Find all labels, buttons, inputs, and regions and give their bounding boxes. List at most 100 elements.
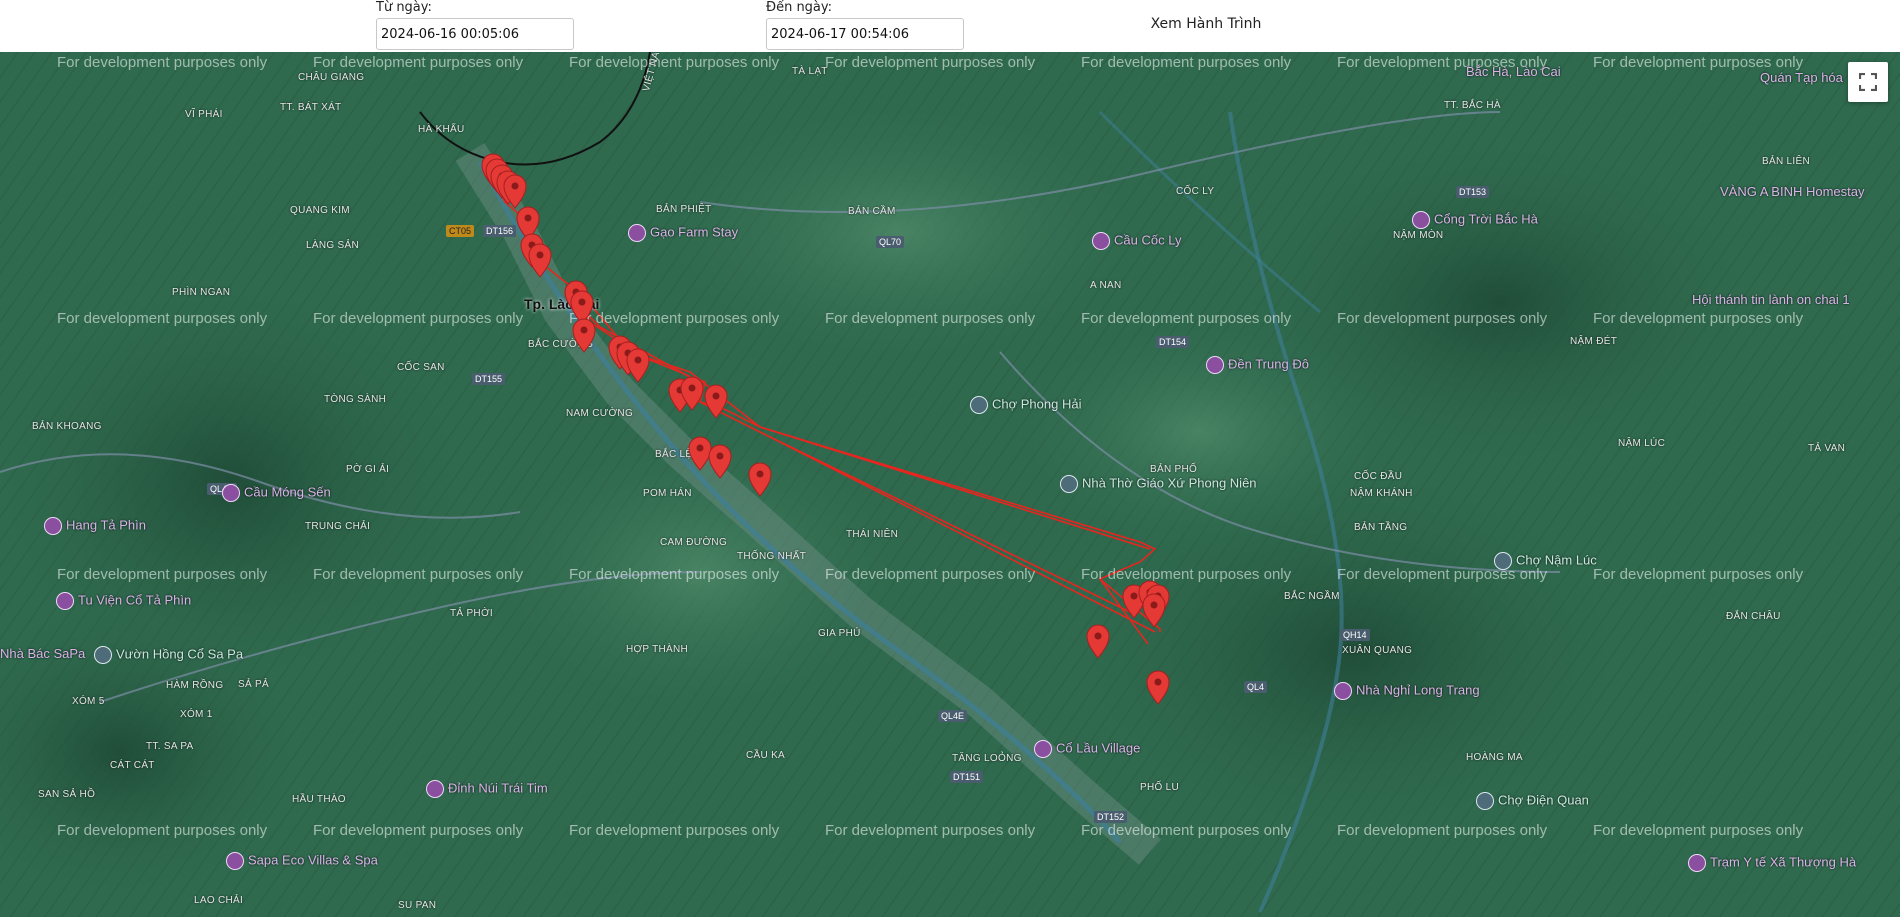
place-label: PHÌN NGAN	[172, 287, 231, 298]
poi-marker[interactable]: Chợ Nậm Lúc	[1494, 552, 1597, 570]
place-label: HOÀNG MA	[1466, 752, 1523, 763]
place-label: PHỐ LU	[1140, 782, 1180, 793]
place-label: NẬM MÒN	[1393, 230, 1444, 241]
place-label: TRUNG CHẢI	[305, 521, 371, 532]
poi-marker[interactable]: Hội thánh tin lành on chai 1	[1692, 292, 1850, 307]
place-label: CẦU KA	[746, 750, 786, 761]
poi-marker[interactable]: Hang Tả Phìn	[44, 517, 146, 535]
road-shield: DT154	[1156, 336, 1190, 348]
place-label: BẢN LIÊN	[1762, 156, 1810, 167]
place-label: BẮC LỆNH	[655, 449, 708, 460]
poi-marker[interactable]: Cầu Cốc Ly	[1092, 232, 1181, 250]
poi-icon	[628, 224, 646, 242]
poi-marker[interactable]: Tu Viện Cổ Tả Phìn	[56, 592, 191, 610]
dev-watermark: For development purposes only	[1593, 310, 1804, 327]
dev-watermark: For development purposes only	[1081, 54, 1292, 71]
fullscreen-button[interactable]	[1848, 62, 1888, 102]
place-label: NẬM KHÁNH	[1350, 488, 1413, 499]
dev-watermark: For development purposes only	[825, 822, 1036, 839]
place-label: TT. SA PA	[146, 741, 194, 752]
place-label: HẦU THÀO	[292, 794, 346, 805]
poi-marker[interactable]: Chợ Điện Quan	[1476, 792, 1589, 810]
road-shield: DT156	[483, 225, 517, 237]
city-label: Tp. Lào Cai	[524, 296, 600, 312]
road-shield: QL70	[876, 236, 905, 248]
dev-watermark: For development purposes only	[57, 822, 268, 839]
poi-marker[interactable]: VÀNG A BINH Homestay	[1720, 184, 1865, 199]
place-label: TÀ LẠT	[792, 66, 828, 77]
poi-icon	[1060, 475, 1078, 493]
poi-marker[interactable]: Nhà Nghỉ Long Trang	[1334, 682, 1480, 700]
poi-icon	[1206, 356, 1224, 374]
place-label: CHÂU GIANG	[298, 72, 365, 83]
poi-icon	[1412, 211, 1430, 229]
poi-icon	[1092, 232, 1110, 250]
road-shield: QL4	[1244, 681, 1268, 693]
place-label: XÓM 5	[72, 696, 105, 707]
poi-marker[interactable]: Cổng Trời Bắc Hà	[1412, 211, 1538, 229]
from-date-input[interactable]	[376, 18, 574, 50]
poi-marker[interactable]: Vườn Hồng Cổ Sa Pa	[94, 646, 243, 664]
poi-marker[interactable]: Quán Tạp hóa	[1760, 70, 1843, 85]
poi-marker[interactable]: Gạo Farm Stay	[628, 224, 738, 242]
poi-icon	[1034, 740, 1052, 758]
poi-marker[interactable]: Nhà Thờ Giáo Xứ Phong Niên	[1060, 475, 1257, 493]
poi-marker[interactable]: Cầu Móng Sến	[222, 484, 331, 502]
dev-watermark: For development purposes only	[1337, 310, 1548, 327]
poi-icon	[426, 780, 444, 798]
poi-marker[interactable]: Bắc Hà, Lào Cai	[1466, 64, 1561, 79]
road-shield: DT153	[1456, 186, 1490, 198]
poi-icon	[1334, 682, 1352, 700]
place-label: A NAN	[1090, 280, 1122, 291]
poi-marker[interactable]: Nhà Bác SaPa	[0, 646, 85, 661]
place-label: VĨ PHÁI	[185, 109, 223, 120]
place-label: ĐẮN CHÂU	[1726, 611, 1781, 622]
road-shield: DT151	[950, 771, 984, 783]
place-label: CỐC ĐẦU	[1354, 471, 1403, 482]
road-shield: CT05	[446, 225, 475, 237]
place-label: XÓM 1	[180, 709, 213, 720]
dev-watermark: For development purposes only	[1593, 822, 1804, 839]
poi-marker[interactable]: Chợ Phong Hải	[970, 396, 1081, 414]
poi-marker[interactable]: Cổ Lầu Village	[1034, 740, 1140, 758]
poi-icon	[44, 517, 62, 535]
place-label: BẢN PHIỆT	[656, 204, 712, 215]
filter-bar: Từ ngày: Đến ngày: Xem Hành Trình	[0, 0, 1900, 52]
place-label: BẮC CƯỜNG	[528, 339, 594, 350]
place-label: NẬM LÚC	[1618, 438, 1666, 449]
place-label: XUÂN QUANG	[1342, 645, 1413, 656]
map-view[interactable]: For development purposes only For develo…	[0, 52, 1900, 917]
place-label: TĂNG LOỎNG	[952, 753, 1022, 764]
place-label: THỐNG NHẤT	[737, 551, 807, 562]
place-label: SAN SẢ HỒ	[38, 789, 96, 800]
place-label: BẢN KHOANG	[32, 421, 102, 432]
poi-marker[interactable]: Sapa Eco Villas & Spa	[226, 852, 378, 870]
dev-watermark: For development purposes only	[313, 822, 524, 839]
place-label: TÒNG SÀNH	[324, 394, 387, 405]
to-date-label: Đến ngày:	[766, 0, 833, 15]
place-label: PỜ GI ẢI	[346, 464, 390, 475]
dev-watermark: For development purposes only	[1593, 566, 1804, 583]
poi-marker[interactable]: Đền Trung Đô	[1206, 356, 1309, 374]
dev-watermark: For development purposes only	[825, 566, 1036, 583]
poi-icon	[226, 852, 244, 870]
place-label: BẢN PHỐ	[1150, 464, 1198, 475]
road-shield: DT155	[472, 373, 506, 385]
dev-watermark: For development purposes only	[313, 310, 524, 327]
place-label: NAM CƯỜNG	[566, 408, 634, 419]
road-shield: QH14	[1340, 629, 1370, 641]
place-label: CỐC SAN	[397, 362, 445, 373]
place-label: GIA PHÚ	[818, 628, 861, 639]
poi-marker[interactable]: Trạm Y tế Xã Thượng Hà	[1688, 854, 1856, 872]
place-label: TẢ VAN	[1808, 443, 1846, 454]
place-label: HÀ KHẨU	[418, 124, 465, 135]
place-label: POM HÁN	[643, 488, 692, 499]
poi-icon	[1494, 552, 1512, 570]
place-label: NẬM ĐÉT	[1570, 336, 1618, 347]
view-route-button[interactable]: Xem Hành Trình	[1136, 10, 1276, 38]
to-date-input[interactable]	[766, 18, 964, 50]
place-label: SU PAN	[398, 900, 437, 911]
poi-marker[interactable]: Đỉnh Núi Trái Tim	[426, 780, 548, 798]
dev-watermark: For development purposes only	[57, 54, 268, 71]
dev-watermark: For development purposes only	[569, 310, 780, 327]
